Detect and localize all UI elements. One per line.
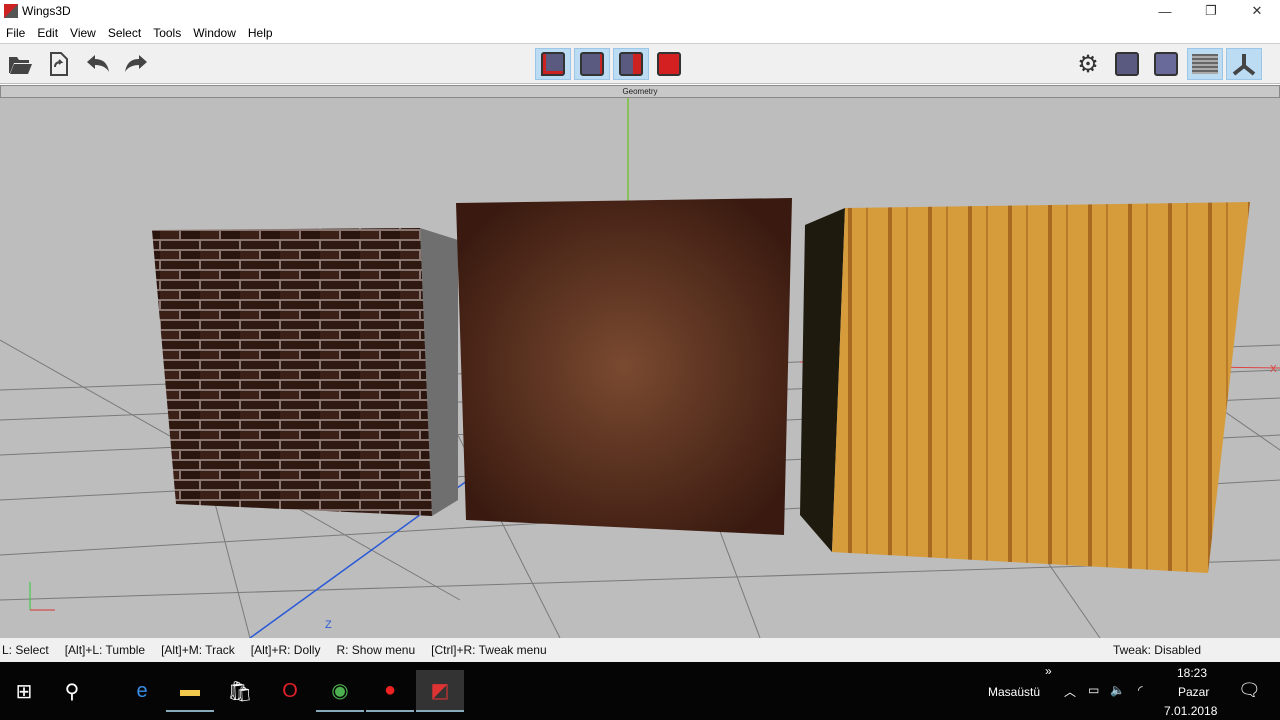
hint-track: [Alt]+M: Track bbox=[161, 643, 235, 657]
grid-icon bbox=[1192, 54, 1218, 74]
flat-cube-icon bbox=[1154, 52, 1178, 76]
brick-cube[interactable] bbox=[152, 228, 458, 516]
show-hidden-icons[interactable]: ︿ bbox=[1064, 683, 1076, 700]
desktop-toolbar[interactable]: Masaüstü bbox=[988, 685, 1040, 699]
tweak-status: Tweak: Disabled bbox=[1112, 643, 1201, 657]
menu-select[interactable]: Select bbox=[102, 26, 147, 40]
wings3d-logo-icon bbox=[4, 4, 18, 18]
minimize-button[interactable]: — bbox=[1142, 0, 1188, 22]
menu-view[interactable]: View bbox=[64, 26, 102, 40]
z-axis-label: Z bbox=[325, 619, 332, 631]
menu-window[interactable]: Window bbox=[187, 26, 242, 40]
edge-select-button[interactable] bbox=[574, 48, 610, 80]
status-bar: L: Select [Alt]+L: Tumble [Alt]+M: Track… bbox=[0, 638, 1280, 662]
action-center-icon[interactable]: 🗨 bbox=[1238, 680, 1261, 701]
undo-icon[interactable] bbox=[80, 48, 116, 80]
menu-file[interactable]: File bbox=[0, 26, 31, 40]
wings3d-taskbar-icon[interactable]: ◩ bbox=[416, 670, 464, 712]
hint-select: L: Select bbox=[2, 643, 49, 657]
window-title: Wings3D bbox=[22, 4, 71, 18]
store-icon[interactable]: 🛍 bbox=[216, 670, 264, 712]
restore-button[interactable]: ❐ bbox=[1188, 0, 1234, 22]
hint-tumble: [Alt]+L: Tumble bbox=[64, 643, 146, 657]
menu-edit[interactable]: Edit bbox=[31, 26, 64, 40]
hint-tweak-menu: [Ctrl]+R: Tweak menu bbox=[431, 643, 547, 657]
vertex-cube-icon bbox=[541, 52, 565, 76]
battery-icon[interactable]: ▭ bbox=[1088, 683, 1099, 697]
face-select-button[interactable] bbox=[613, 48, 649, 80]
edge-cube-icon bbox=[580, 52, 604, 76]
smooth-shading-icon[interactable] bbox=[1109, 48, 1145, 80]
chrome-icon[interactable]: ◉ bbox=[316, 670, 364, 712]
vertex-select-button[interactable] bbox=[535, 48, 571, 80]
body-select-button[interactable] bbox=[651, 48, 687, 80]
redo-icon[interactable] bbox=[118, 48, 154, 80]
save-icon[interactable] bbox=[40, 48, 76, 80]
x-axis-label: X bbox=[1270, 364, 1277, 375]
clock-time[interactable]: 18:23 bbox=[1177, 666, 1207, 680]
geometry-window-header: Geometry bbox=[0, 85, 1280, 98]
file-explorer-icon[interactable]: ▬ bbox=[166, 670, 214, 712]
body-cube-icon bbox=[657, 52, 681, 76]
toolbar: ⚙ bbox=[0, 44, 1280, 84]
menu-bar: File Edit View Select Tools Window Help bbox=[0, 22, 1280, 44]
title-bar: Wings3D — ❐ ✕ bbox=[0, 0, 1280, 22]
settings-icon[interactable]: ⚙ bbox=[1070, 48, 1106, 80]
smooth-cube-icon bbox=[1115, 52, 1139, 76]
flat-shading-icon[interactable] bbox=[1148, 48, 1184, 80]
clock-date[interactable]: 7.01.2018 bbox=[1164, 704, 1217, 718]
hint-show-menu: R: Show menu bbox=[336, 643, 416, 657]
menu-help[interactable]: Help bbox=[242, 26, 279, 40]
close-button[interactable]: ✕ bbox=[1234, 0, 1280, 22]
search-icon[interactable]: ⚲ bbox=[48, 670, 96, 712]
wifi-icon[interactable]: ◜ bbox=[1138, 683, 1143, 697]
start-button[interactable]: ⊞ bbox=[0, 670, 48, 712]
axes-icon[interactable] bbox=[1226, 48, 1262, 80]
opera-icon[interactable]: O bbox=[266, 670, 314, 712]
edge-icon[interactable]: e bbox=[118, 670, 166, 712]
3d-viewport[interactable]: Z X bbox=[0, 98, 1280, 639]
recorder-icon[interactable]: ● bbox=[366, 670, 414, 712]
open-icon[interactable] bbox=[2, 48, 38, 80]
hint-dolly: [Alt]+R: Dolly bbox=[250, 643, 321, 657]
ground-plane-icon[interactable] bbox=[1187, 48, 1223, 80]
mini-axes-icon bbox=[29, 582, 55, 611]
wood-cube[interactable] bbox=[800, 202, 1250, 573]
rock-cube[interactable] bbox=[456, 198, 792, 535]
volume-icon[interactable]: 🔈 bbox=[1110, 683, 1125, 697]
menu-tools[interactable]: Tools bbox=[147, 26, 187, 40]
taskbar: ⊞ ⚲ e ▬ 🛍 O ◉ ● ◩ » Masaüstü ︿ ▭ 🔈 ◜ 18:… bbox=[0, 662, 1280, 720]
face-cube-icon bbox=[619, 52, 643, 76]
clock-day[interactable]: Pazar bbox=[1178, 685, 1209, 699]
toolbar-chevron[interactable]: » bbox=[1045, 664, 1052, 678]
